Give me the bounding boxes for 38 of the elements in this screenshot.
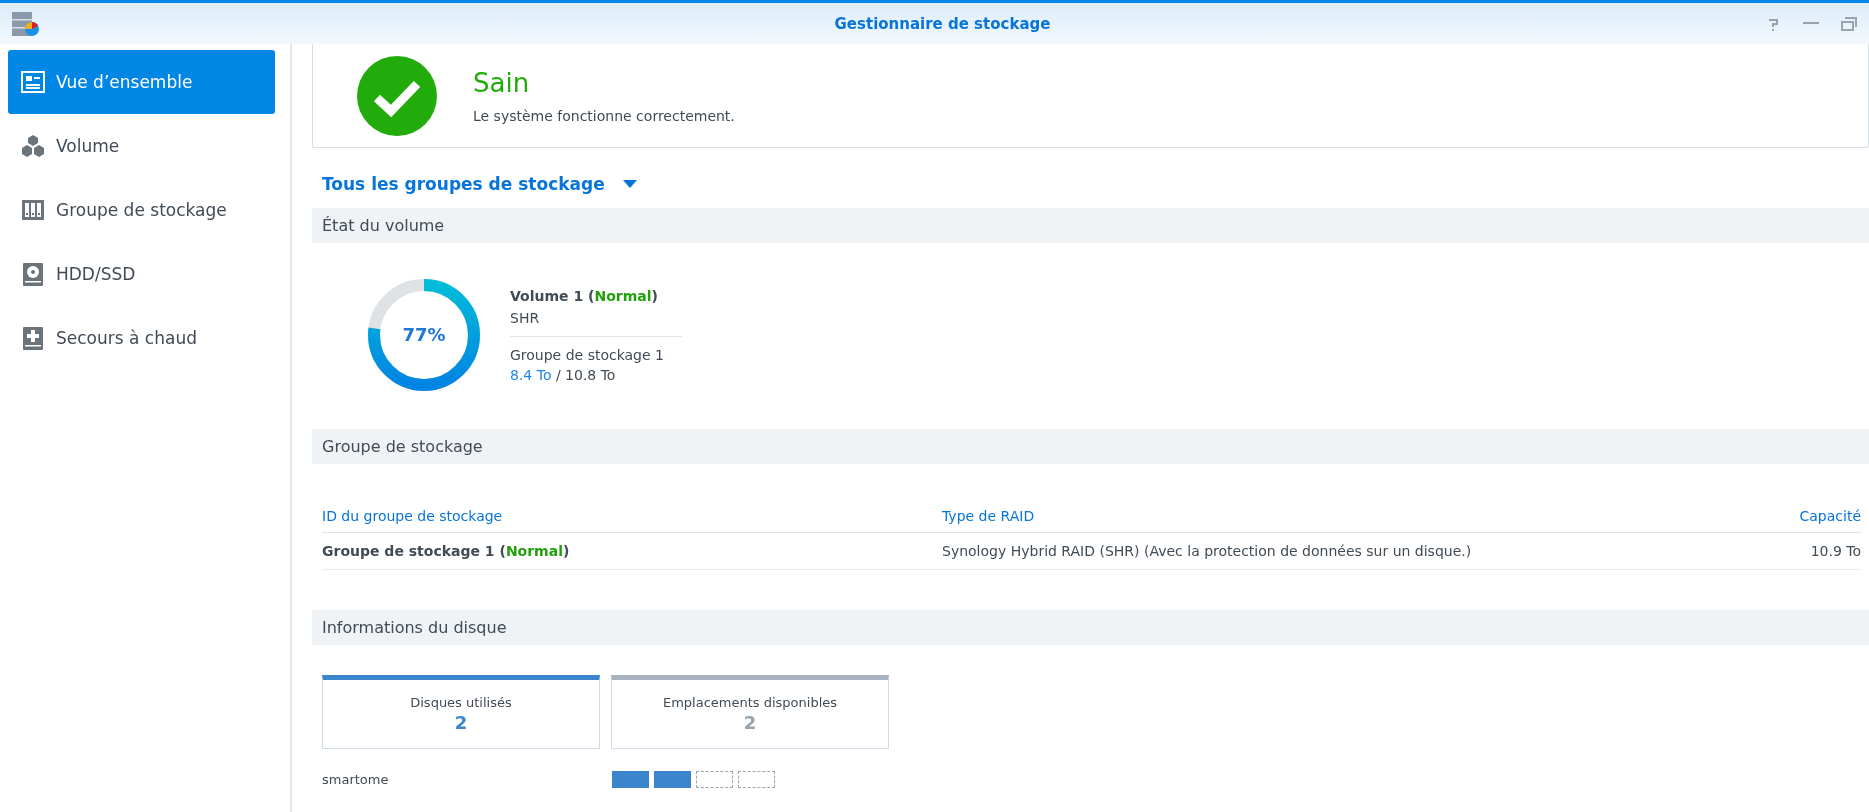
- cubes-icon: [20, 133, 46, 159]
- capacity-usage: 8.4 To / 10.8 To: [510, 365, 617, 383]
- check-circle-icon: [357, 55, 437, 136]
- column-header[interactable]: Type de RAID: [942, 500, 1800, 533]
- raid-type: SHR: [510, 309, 682, 337]
- sidebar-item[interactable]: HDD/SSD: [8, 242, 275, 306]
- volume-name: Volume 1 (Normal): [510, 287, 659, 306]
- sidebar-item[interactable]: Vue d’ensemble: [8, 50, 275, 114]
- id-card-icon: [20, 69, 46, 95]
- sidebar-item[interactable]: Groupe de stockage: [8, 178, 275, 242]
- pool-filter-dropdown[interactable]: Tous les groupes de stockage: [322, 174, 637, 194]
- column-header[interactable]: ID du groupe de stockage: [322, 500, 942, 533]
- column-header[interactable]: Capacité: [1799, 500, 1861, 533]
- stat-value: 2: [454, 712, 468, 733]
- window-title: Gestionnaire de stockage: [833, 14, 1052, 33]
- table-cell: 10.9 To: [1799, 533, 1861, 570]
- stat-label: Disques utilisés: [410, 695, 512, 710]
- stat-value: 2: [743, 712, 757, 733]
- caret-icon: [622, 180, 637, 188]
- section-header: Informations du disque: [312, 610, 1869, 645]
- sidebar-item[interactable]: Secours à chaud: [8, 306, 275, 370]
- drawers-icon: [20, 197, 46, 223]
- host-name: smartome: [322, 772, 390, 787]
- app-logo-icon: [10, 9, 40, 38]
- restore-icon: [1841, 16, 1857, 31]
- health-status: Sain: [473, 67, 531, 98]
- table-cell: Groupe de stockage 1 (Normal): [322, 533, 942, 570]
- pool-name: Groupe de stockage 1: [510, 345, 665, 363]
- restore-button[interactable]: [1841, 15, 1857, 32]
- stat-label: Emplacements disponibles: [662, 695, 838, 710]
- minimize-icon: [1803, 22, 1819, 25]
- question-mark-icon: [1767, 16, 1779, 31]
- health-message: Le système fonctionne correctement.: [473, 107, 735, 124]
- section-header: Groupe de stockage: [312, 429, 1869, 464]
- section-header: État du volume: [312, 208, 1869, 243]
- table-cell: Synology Hybrid RAID (SHR) (Avec la protection de données sur un disque.): [942, 533, 1800, 570]
- sidebar-item[interactable]: Volume: [8, 114, 275, 178]
- plus-drive-icon: [20, 325, 46, 351]
